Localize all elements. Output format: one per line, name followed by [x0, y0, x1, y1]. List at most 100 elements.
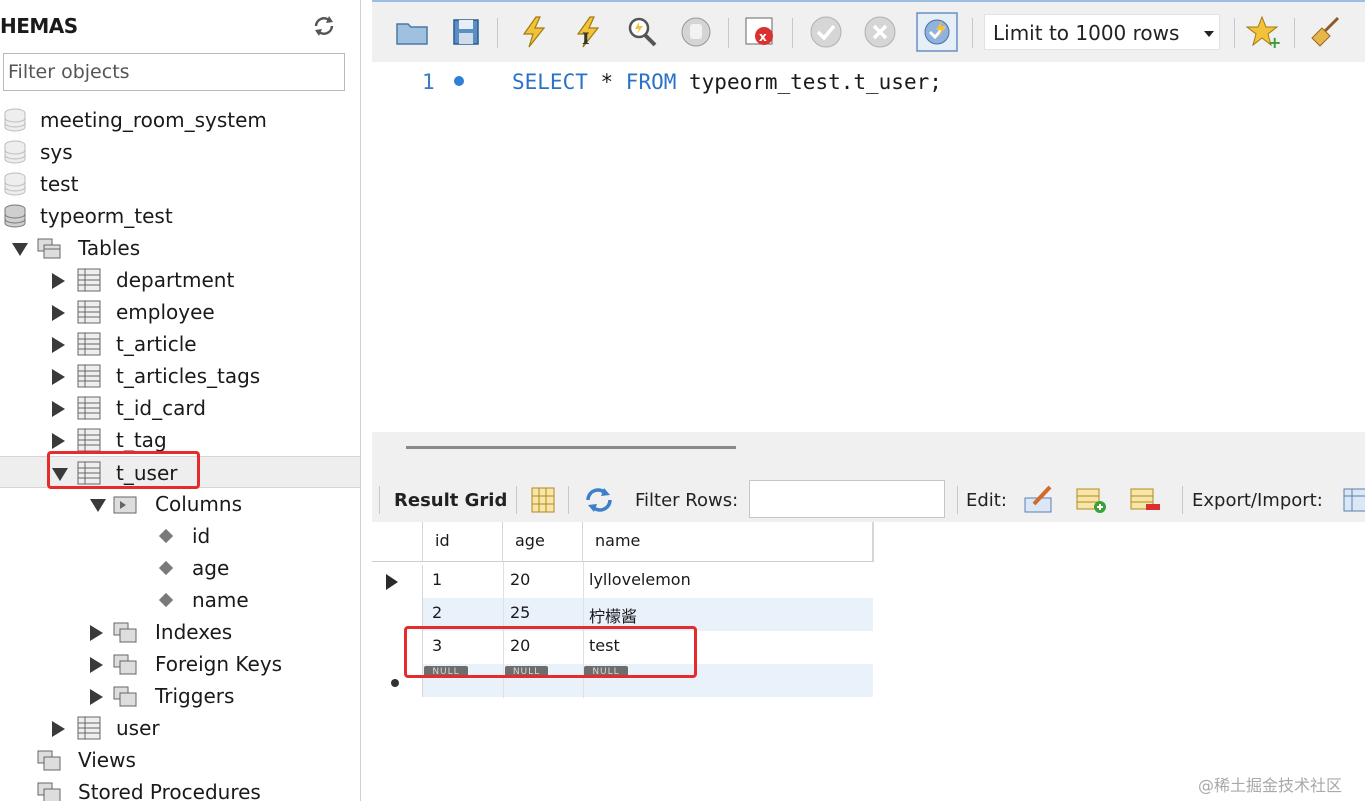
table-item[interactable]: user: [0, 712, 360, 744]
cell-age[interactable]: 25: [510, 603, 530, 622]
cell-name[interactable]: 柠檬酱: [589, 603, 637, 627]
result-toolbar: Result Grid Filter Rows: Edit: Export/Im…: [372, 472, 1365, 522]
schema-label: typeorm_test: [40, 204, 173, 228]
column-header-name[interactable]: name: [583, 522, 873, 562]
column-item[interactable]: id: [0, 520, 360, 552]
cell-age[interactable]: 20: [510, 570, 530, 589]
save-icon[interactable]: [448, 14, 484, 50]
current-row-arrow-icon: [386, 574, 398, 590]
column-item[interactable]: age: [0, 552, 360, 584]
grid-layout-icon[interactable]: [526, 484, 560, 516]
explain-icon[interactable]: [624, 14, 660, 50]
indexes-folder[interactable]: Indexes: [0, 616, 360, 648]
rollback-icon[interactable]: [862, 14, 898, 50]
schema-item-active[interactable]: typeorm_test: [0, 200, 360, 232]
svg-text:x: x: [759, 30, 767, 44]
sql-keyword: SELECT: [512, 70, 588, 94]
expand-arrow-icon[interactable]: [52, 273, 65, 289]
table-item[interactable]: t_id_card: [0, 392, 360, 424]
sql-text: *: [587, 70, 626, 94]
schema-item[interactable]: sys: [0, 136, 360, 168]
svg-text:+: +: [1268, 33, 1281, 50]
column-label: age: [192, 556, 230, 580]
column-header-label: age: [515, 531, 545, 550]
table-item[interactable]: t_article: [0, 328, 360, 360]
tables-folder-icon: [37, 238, 61, 259]
table-row[interactable]: 1 20 lyllovelemon: [372, 565, 873, 598]
cell-name[interactable]: lyllovelemon: [589, 570, 691, 589]
panel-splitter[interactable]: [372, 432, 1365, 472]
table-icon: [77, 428, 101, 452]
row-header[interactable]: [372, 565, 423, 598]
schemas-panel: HEMAS meeting_room_system sys test typeo…: [0, 0, 361, 801]
database-icon: [4, 140, 26, 164]
toggle-errors-icon[interactable]: x: [742, 14, 778, 50]
column-divider: [873, 522, 874, 562]
expand-arrow-icon[interactable]: [52, 401, 65, 417]
table-icon: [77, 364, 101, 388]
delete-row-icon[interactable]: [1128, 484, 1162, 516]
triggers-folder[interactable]: Triggers: [0, 680, 360, 712]
stop-icon[interactable]: [678, 14, 714, 50]
limit-rows-select[interactable]: Limit to 1000 rows: [984, 14, 1220, 50]
stored-procedures-folder[interactable]: Stored Procedures: [0, 776, 360, 801]
table-icon: [77, 396, 101, 420]
refresh-icon[interactable]: [312, 14, 336, 38]
expand-arrow-icon[interactable]: [90, 657, 103, 673]
table-item[interactable]: department: [0, 264, 360, 296]
refresh-results-icon[interactable]: [582, 484, 616, 516]
database-icon: [4, 204, 26, 228]
table-item[interactable]: t_articles_tags: [0, 360, 360, 392]
expand-arrow-icon[interactable]: [52, 337, 65, 353]
open-folder-icon[interactable]: [394, 14, 430, 50]
column-header-id[interactable]: id: [423, 522, 503, 562]
foreign-keys-folder[interactable]: Foreign Keys: [0, 648, 360, 680]
cell-id[interactable]: 1: [432, 570, 442, 589]
filter-rows-input[interactable]: [749, 480, 945, 518]
highlight-box: [404, 626, 697, 678]
expand-arrow-icon[interactable]: [52, 305, 65, 321]
autocommit-icon[interactable]: [916, 12, 958, 52]
columns-folder[interactable]: Columns: [0, 488, 360, 520]
column-diamond-icon: [158, 528, 174, 544]
expand-arrow-icon[interactable]: [52, 369, 65, 385]
add-snippet-star-icon[interactable]: +: [1246, 14, 1282, 50]
table-icon: [77, 716, 101, 740]
column-header-age[interactable]: age: [503, 522, 583, 562]
cell-id[interactable]: 2: [432, 603, 442, 622]
sql-statement[interactable]: SELECT * FROM typeorm_test.t_user;: [512, 70, 942, 94]
collapse-arrow-icon[interactable]: [12, 243, 28, 256]
edit-row-icon[interactable]: [1022, 484, 1056, 516]
expand-arrow-icon[interactable]: [52, 721, 65, 737]
export-icon[interactable]: [1342, 484, 1365, 516]
column-item[interactable]: name: [0, 584, 360, 616]
splitter-handle[interactable]: [406, 446, 736, 449]
column-header-label: name: [595, 531, 641, 550]
expand-arrow-icon[interactable]: [90, 625, 103, 641]
schema-item[interactable]: meeting_room_system: [0, 104, 360, 136]
watermark: @稀土掘金技术社区: [1198, 776, 1343, 795]
tables-folder[interactable]: Tables: [0, 232, 360, 264]
add-row-icon[interactable]: [1074, 484, 1108, 516]
beautify-broom-icon[interactable]: [1308, 14, 1344, 50]
sql-editor[interactable]: 1 SELECT * FROM typeorm_test.t_user;: [372, 62, 1365, 432]
execute-icon[interactable]: [516, 14, 552, 50]
sql-editor-toolbar: I x Limit to 1000 rows +: [372, 0, 1365, 62]
triggers-folder-icon: [113, 686, 137, 707]
views-folder-icon: [37, 750, 61, 771]
table-item[interactable]: employee: [0, 296, 360, 328]
panel-title: HEMAS: [0, 14, 78, 38]
sql-text: typeorm_test.t_user;: [676, 70, 942, 94]
views-folder[interactable]: Views: [0, 744, 360, 776]
table-label: t_tag: [116, 428, 167, 452]
execute-current-icon[interactable]: I: [570, 14, 606, 50]
schema-item[interactable]: test: [0, 168, 360, 200]
filter-objects-input[interactable]: [3, 53, 345, 91]
expand-arrow-icon[interactable]: [90, 689, 103, 705]
statement-marker-icon: [454, 76, 464, 86]
commit-icon[interactable]: [808, 14, 844, 50]
collapse-arrow-icon[interactable]: [90, 499, 106, 512]
result-grid-tab[interactable]: Result Grid: [394, 490, 507, 511]
expand-arrow-icon[interactable]: [52, 433, 65, 449]
schema-label: sys: [40, 140, 73, 164]
